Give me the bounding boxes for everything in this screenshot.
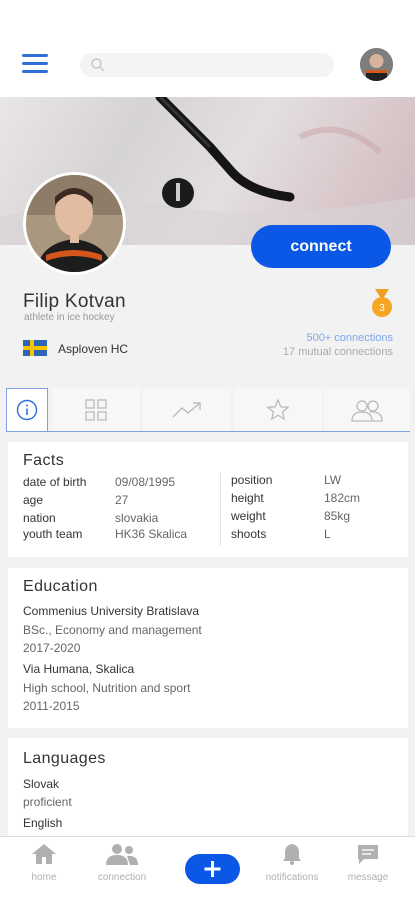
education-degree: High school, Nutrition and sport <box>23 681 191 695</box>
connections-link[interactable]: 500+ connections <box>306 332 393 344</box>
tab-people[interactable] <box>324 388 410 431</box>
profile-name: Filip Kotvan <box>23 291 126 312</box>
top-bar <box>0 0 415 97</box>
fact-value: 85kg <box>324 509 351 523</box>
education-years: 2011-2015 <box>23 699 80 713</box>
fact-value: HK36 Skalica <box>115 527 188 541</box>
medal-icon[interactable]: 3 <box>370 289 394 319</box>
star-icon <box>266 397 290 420</box>
bell-icon <box>283 844 301 865</box>
nav-connection-label: connection <box>97 872 147 883</box>
tab-stats[interactable] <box>143 388 231 431</box>
languages-title: Languages <box>23 750 106 767</box>
nav-home-label: home <box>31 872 57 883</box>
fact-label: position <box>231 473 273 487</box>
user-avatar[interactable] <box>360 48 393 81</box>
people-icon <box>351 399 383 422</box>
fact-value: 27 <box>115 493 129 507</box>
facts-title: Facts <box>23 452 65 469</box>
education-school: Commenius University Bratislava <box>23 604 200 618</box>
fact-value: slovakia <box>115 511 159 525</box>
medal-number: 3 <box>379 303 385 314</box>
language-level: proficient <box>23 795 72 809</box>
nav-home[interactable]: home <box>4 843 84 883</box>
education-years: 2017-2020 <box>23 641 81 655</box>
languages-card: Languages Slovak proficient English <box>8 738 408 836</box>
trending-up-icon <box>172 401 201 417</box>
tabs-underline <box>6 431 410 432</box>
facts-divider <box>220 472 221 546</box>
add-button[interactable] <box>185 854 240 884</box>
language-name: English <box>23 816 63 830</box>
education-title: Education <box>23 578 98 595</box>
nav-message[interactable]: message <box>328 843 408 883</box>
hamburger-menu-icon[interactable] <box>22 54 48 76</box>
connect-button[interactable]: connect <box>251 225 391 268</box>
nav-notifications[interactable]: notifications <box>252 843 332 883</box>
grid-icon <box>85 398 107 421</box>
fact-label: date of birth <box>23 475 87 489</box>
fact-value: 09/08/1995 <box>115 475 176 489</box>
fact-value: 182cm <box>324 491 361 505</box>
nav-connection[interactable]: connection <box>82 843 162 883</box>
fact-value: L <box>324 527 331 541</box>
mutual-connections[interactable]: 17 mutual connections <box>283 346 393 358</box>
plus-icon <box>204 861 221 877</box>
profile-tabs <box>6 388 410 432</box>
fact-label: weight <box>231 509 266 523</box>
tab-favorites[interactable] <box>234 388 322 431</box>
fact-label: shoots <box>231 527 267 541</box>
fact-value: LW <box>324 473 342 487</box>
profile-subtitle: athlete in ice hockey <box>24 312 115 323</box>
search-icon <box>91 58 105 72</box>
info-icon <box>16 399 38 421</box>
fact-label: nation <box>23 511 56 525</box>
education-degree: BSc., Economy and management <box>23 623 202 637</box>
team-name: Asploven HC <box>58 342 129 356</box>
sweden-flag-icon <box>23 340 47 356</box>
facts-card: Facts date of birth 09/08/1995 age 27 na… <box>8 442 408 557</box>
education-card: Education Commenius University Bratislav… <box>8 568 408 728</box>
nav-message-label: message <box>347 872 389 883</box>
education-school: Via Humana, Skalica <box>23 662 135 676</box>
fact-label: height <box>231 491 264 505</box>
home-icon <box>32 844 56 864</box>
language-name: Slovak <box>23 777 60 791</box>
search-input[interactable] <box>112 53 322 77</box>
message-icon <box>358 845 378 864</box>
fact-label: youth team <box>23 527 83 541</box>
nav-notifications-label: notifications <box>265 872 319 883</box>
tab-grid[interactable] <box>52 388 140 431</box>
fact-label: age <box>23 493 44 507</box>
search-bar[interactable] <box>80 53 334 77</box>
tab-info[interactable] <box>6 388 48 431</box>
people-icon <box>106 844 138 865</box>
profile-photo <box>23 172 126 275</box>
bottom-nav: home connection notifications message <box>0 836 415 900</box>
